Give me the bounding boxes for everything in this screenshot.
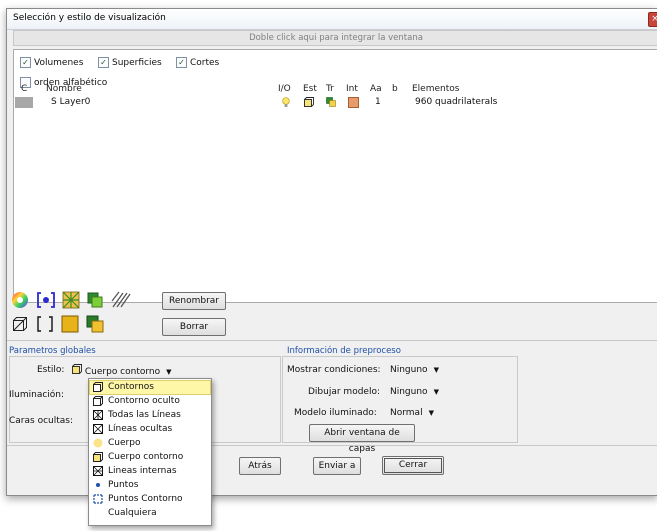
menu-item-label: Cualquiera: [108, 508, 157, 518]
cuts-checkbox[interactable]: ✓ Cortes: [176, 57, 219, 68]
style-value-icon: [72, 364, 85, 377]
style-menu: Contornos Contorno oculto Todas las Líne…: [88, 378, 212, 526]
col-style[interactable]: Est: [303, 84, 317, 94]
back-button[interactable]: Atrás: [239, 457, 281, 475]
menu-item-label: Cuerpo: [108, 438, 141, 448]
menu-item-cuerpo[interactable]: Cuerpo: [90, 437, 210, 450]
menu-item-puntos[interactable]: Puntos: [90, 479, 210, 492]
layer-elements: 960 quadrilaterals: [415, 97, 498, 107]
chevron-down-icon: ▼: [433, 366, 439, 374]
solid-body-icon[interactable]: [61, 315, 79, 336]
chevron-down-icon: ▼: [166, 368, 172, 376]
send-to-button[interactable]: Enviar a: [313, 457, 361, 475]
menu-item-contorno-oculto[interactable]: Contorno oculto: [90, 395, 210, 408]
menu-item-cuerpo-contorno[interactable]: Cuerpo contorno: [90, 451, 210, 464]
draw-model-value: Ninguno: [390, 387, 428, 397]
menu-item-label: Lineas internas: [108, 466, 177, 476]
section-divider: [7, 340, 657, 341]
surfaces-check-mark[interactable]: ✓: [98, 57, 109, 68]
col-io[interactable]: I/O: [278, 84, 291, 94]
surfaces-label: Superficies: [112, 57, 162, 68]
inner-lines-icon: [93, 466, 103, 476]
lightbulb-icon[interactable]: [282, 97, 290, 111]
lighting-label: Iluminación:: [9, 390, 65, 400]
hidden-faces-label: Caras ocultas:: [9, 416, 73, 426]
points-icon: [93, 480, 103, 490]
style-value: Cuerpo contorno: [84, 367, 161, 377]
dock-hint-text: Doble click aqui para integrar la ventan…: [249, 33, 423, 43]
wireframe-box-icon[interactable]: [12, 316, 28, 335]
menu-item-label: Todas las Líneas: [108, 410, 181, 420]
hidden-lines-icon: [93, 424, 103, 434]
layered-squares-icon[interactable]: [86, 315, 104, 336]
lit-model-value: Normal: [390, 408, 423, 418]
col-color[interactable]: C: [21, 84, 27, 94]
cuts-label: Cortes: [190, 57, 220, 68]
menu-item-puntos-contorno[interactable]: Puntos Contorno: [90, 493, 210, 506]
col-aa[interactable]: Aa: [370, 84, 382, 94]
menu-item-label: Puntos Contorno: [108, 494, 183, 504]
volumes-check-mark[interactable]: ✓: [20, 57, 31, 68]
intensity-color-icon[interactable]: [348, 97, 359, 108]
menu-item-cualquiera[interactable]: Cualquiera: [90, 507, 210, 520]
mesh-texture-icon[interactable]: [62, 291, 80, 312]
style-label: Estilo:: [37, 365, 65, 375]
delete-button[interactable]: Borrar: [162, 318, 226, 336]
draw-model-label: Dibujar modelo:: [308, 387, 380, 397]
draw-model-dropdown[interactable]: Ninguno ▼: [390, 387, 439, 397]
chevron-down-icon: ▼: [433, 388, 439, 396]
overlap-squares-icon[interactable]: [87, 292, 103, 311]
col-transparency[interactable]: Tr: [326, 84, 334, 94]
menu-item-label: Cuerpo contorno: [108, 452, 184, 462]
col-name[interactable]: Nombre: [46, 84, 82, 94]
contour-style-icon[interactable]: [304, 97, 314, 110]
body-icon: [93, 438, 103, 448]
menu-item-label: Líneas ocultas: [108, 424, 173, 434]
layer-name[interactable]: S Layer0: [51, 97, 90, 107]
style-dropdown[interactable]: Cuerpo contorno ▼: [72, 364, 172, 377]
menu-item-label: Puntos: [108, 480, 139, 490]
color-wheel-icon[interactable]: [11, 291, 29, 312]
show-conditions-value: Ninguno: [390, 365, 428, 375]
close-button[interactable]: Cerrar: [382, 456, 444, 475]
menu-item-label: Contornos: [108, 382, 154, 392]
hatch-icon[interactable]: [111, 291, 131, 312]
points-contour-icon: [93, 494, 103, 504]
rename-button[interactable]: Renombrar: [162, 292, 226, 310]
show-conditions-dropdown[interactable]: Ninguno ▼: [390, 365, 439, 375]
window-title: Selección y estilo de visualización: [13, 13, 166, 23]
volumes-checkbox[interactable]: ✓ Volumenes: [20, 57, 83, 68]
global-params-title: Parametros globales: [9, 346, 96, 356]
menu-item-contornos[interactable]: Contornos: [89, 380, 211, 395]
show-conditions-label: Mostrar condiciones:: [287, 365, 381, 375]
col-elements[interactable]: Elementos: [412, 84, 459, 94]
dock-hint-bar[interactable]: Doble click aqui para integrar la ventan…: [13, 30, 657, 46]
transparency-icon[interactable]: [326, 97, 336, 110]
lit-model-label: Modelo iluminado:: [294, 408, 377, 418]
col-intensity[interactable]: Int: [346, 84, 358, 94]
all-lines-icon: [93, 410, 103, 420]
layer-color-swatch[interactable]: [15, 97, 33, 108]
select-bracket-icon[interactable]: [37, 292, 55, 311]
menu-item-lineas-ocultas[interactable]: Líneas ocultas: [90, 423, 210, 436]
body-contour-icon: [93, 452, 103, 462]
menu-item-label: Contorno oculto: [108, 396, 180, 406]
col-b[interactable]: b: [392, 84, 398, 94]
cuts-check-mark[interactable]: ✓: [176, 57, 187, 68]
layer-list-panel: ✓ Volumenes ✓ Superficies ✓ Cortes orden…: [13, 49, 657, 303]
contour-icon: [93, 382, 103, 392]
preprocess-title: Información de preproceso: [287, 346, 401, 356]
close-icon[interactable]: ×: [648, 12, 657, 27]
hidden-contour-icon: [93, 396, 103, 406]
brackets-icon[interactable]: [36, 315, 54, 336]
open-layers-button[interactable]: Abrir ventana de capas: [309, 424, 415, 454]
surfaces-checkbox[interactable]: ✓ Superficies: [98, 57, 162, 68]
menu-item-todas-lineas[interactable]: Todas las Líneas: [90, 409, 210, 422]
menu-item-lineas-internas[interactable]: Lineas internas: [90, 465, 210, 478]
title-bar[interactable]: Selección y estilo de visualización ×: [7, 9, 657, 30]
layer-aa-value: 1: [375, 97, 381, 107]
chevron-down-icon: ▼: [428, 409, 434, 417]
volumes-label: Volumenes: [34, 57, 84, 68]
lit-model-dropdown[interactable]: Normal ▼: [390, 408, 434, 418]
